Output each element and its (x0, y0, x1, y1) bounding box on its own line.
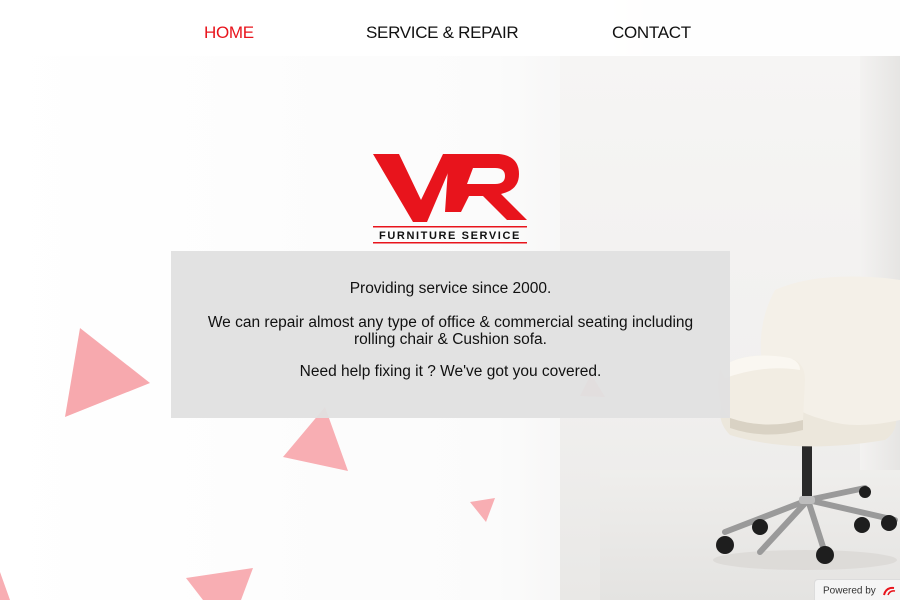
decorative-triangle (65, 328, 150, 417)
vr-logo-icon[interactable]: FURNITURE SERVICE (369, 150, 531, 246)
powered-by-label: Powered by (823, 585, 876, 597)
logo-tagline: FURNITURE SERVICE (379, 230, 521, 242)
decorative-triangle (470, 498, 495, 522)
provider-logo-icon (882, 586, 895, 596)
intro-panel: Providing service since 2000. We can rep… (171, 251, 730, 418)
intro-line-since: Providing service since 2000. (349, 280, 552, 297)
decorative-triangle (0, 572, 10, 600)
nav-home[interactable]: HOME (204, 23, 254, 43)
decorative-triangle (186, 568, 253, 600)
nav-contact[interactable]: CONTACT (612, 23, 691, 43)
intro-line-cta: Need help fixing it ? We've got you cove… (299, 363, 602, 380)
nav-service-repair[interactable]: SERVICE & REPAIR (366, 23, 519, 43)
office-chair-image (713, 276, 900, 570)
top-navigation: HOME SERVICE & REPAIR CONTACT (0, 0, 900, 56)
intro-line-services: We can repair almost any type of office … (207, 314, 694, 348)
powered-by-badge[interactable]: Powered by O (814, 579, 900, 600)
page: HOME SERVICE & REPAIR CONTACT FURNITURE … (0, 0, 900, 600)
